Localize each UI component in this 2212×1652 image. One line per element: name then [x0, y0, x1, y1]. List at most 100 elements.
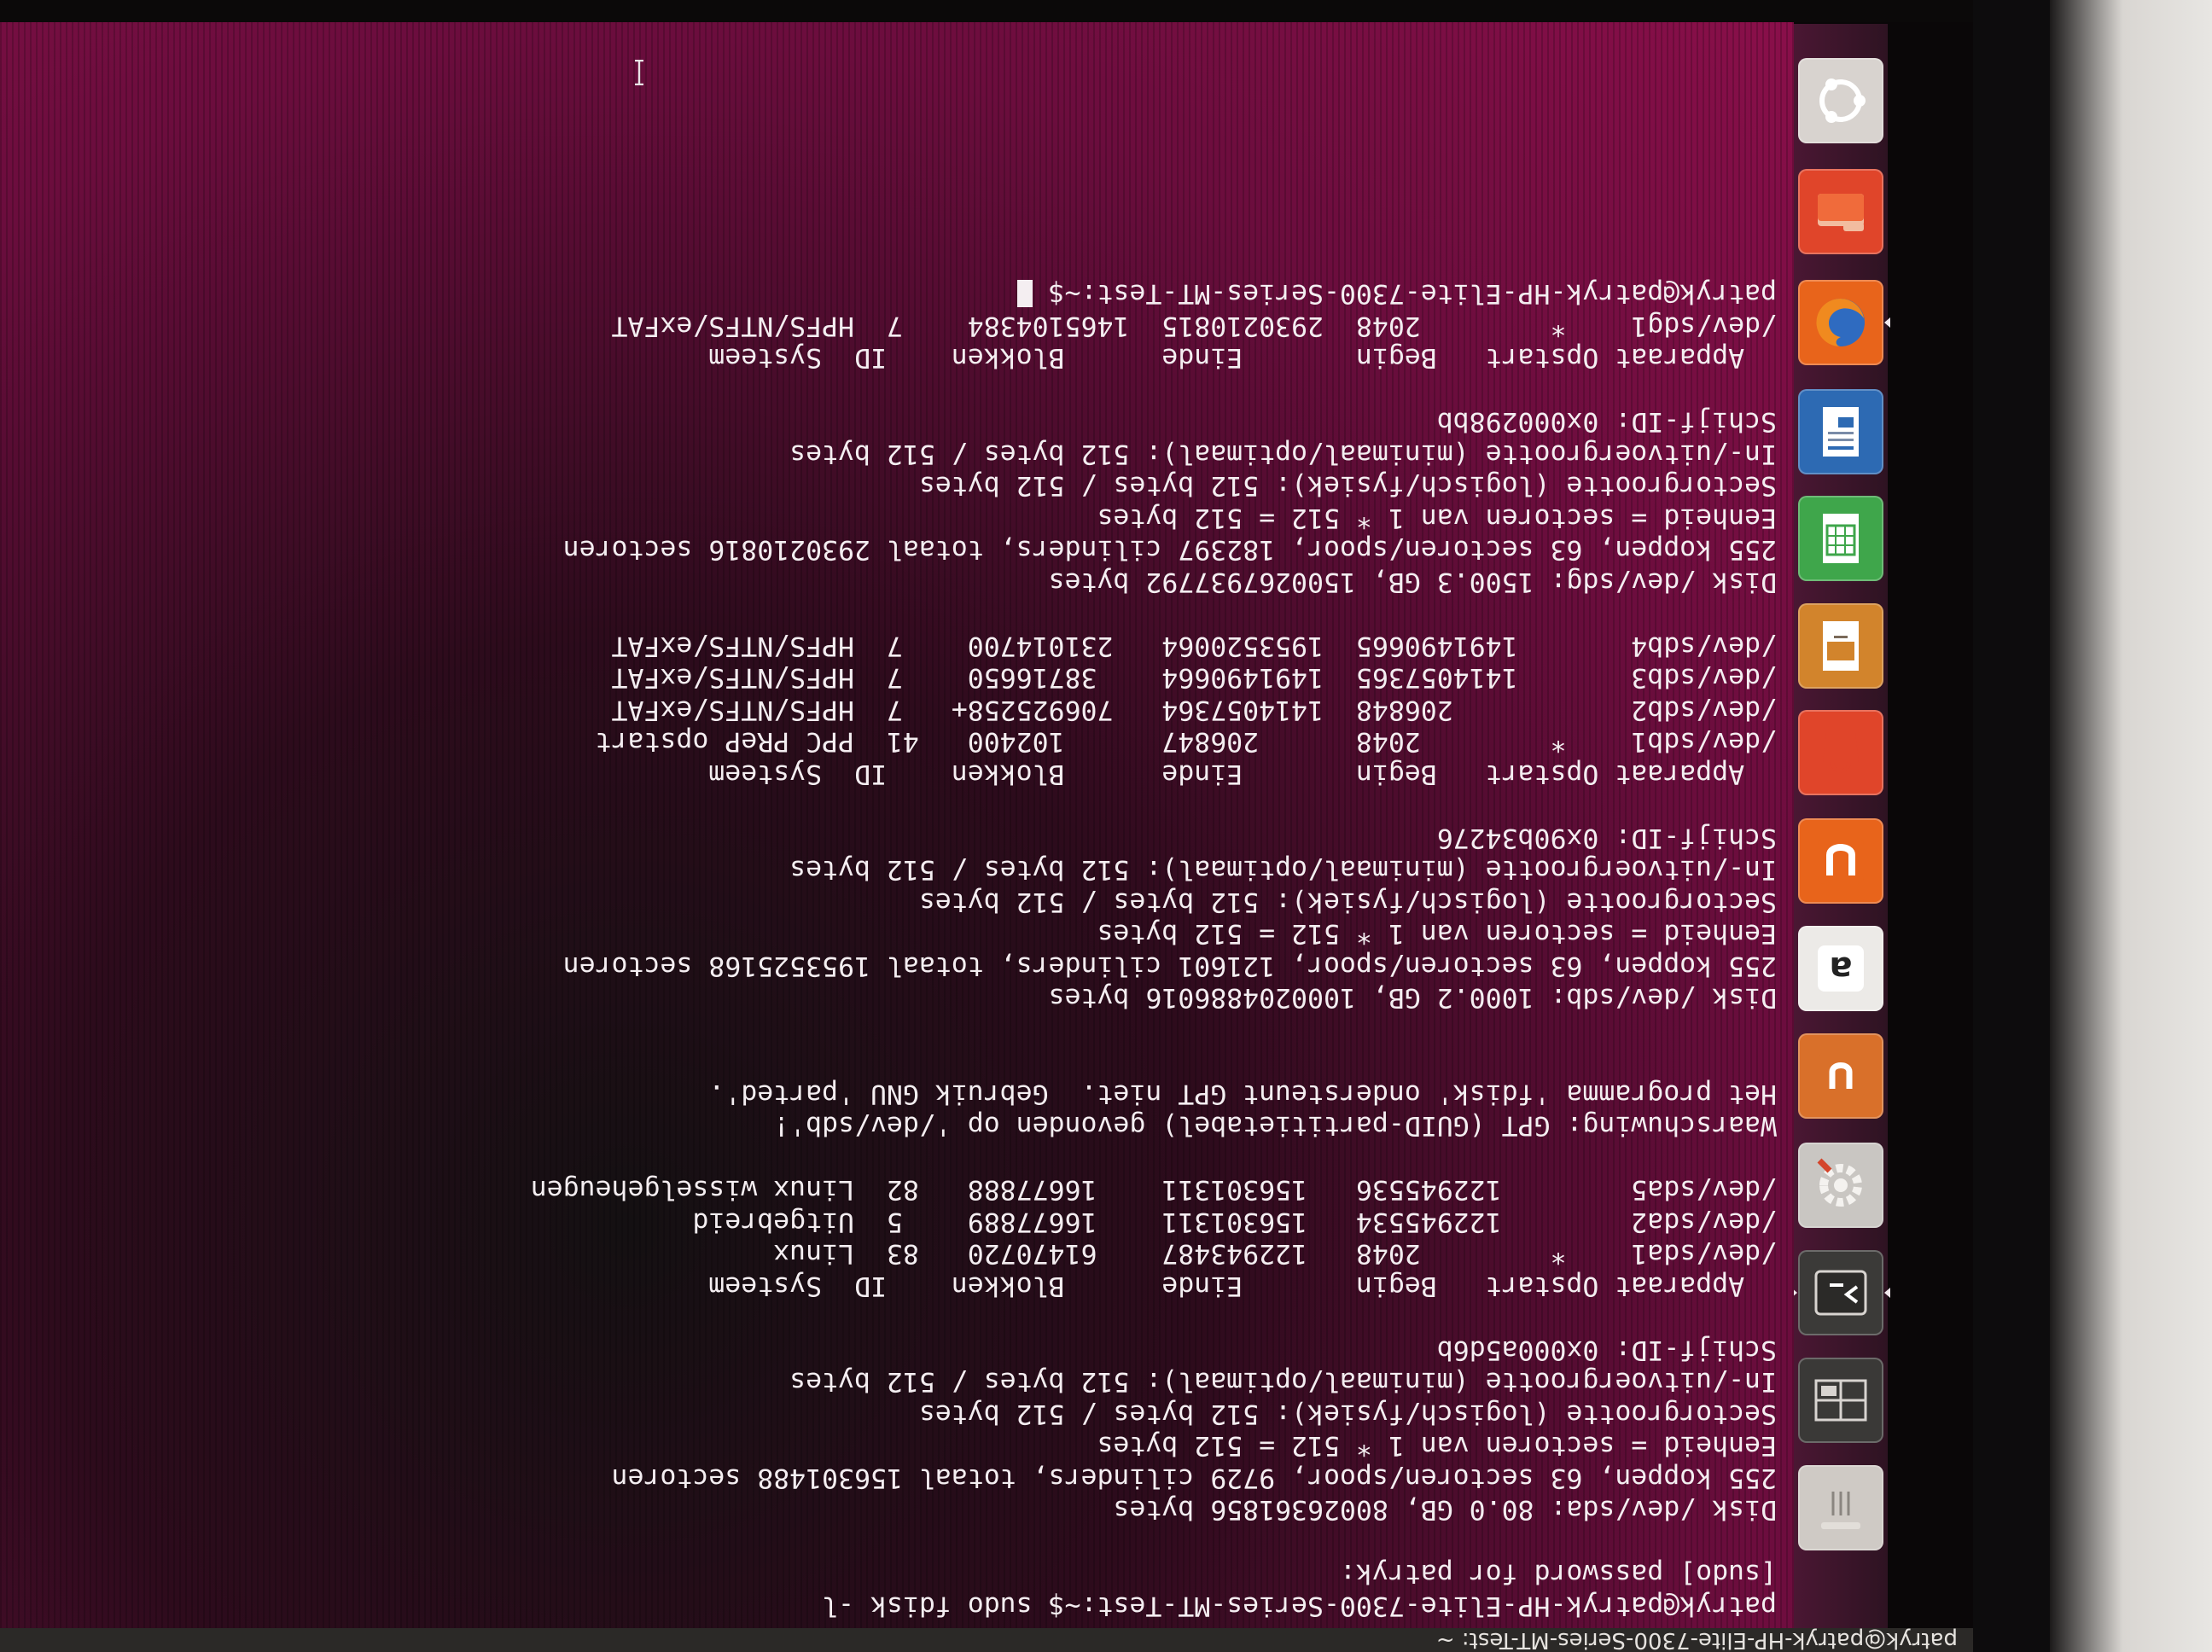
calc-spreadsheet-icon: [1823, 514, 1859, 563]
terminal-line: patryk@patryk-HP-Elite-7300-Series-MT-Te…: [19, 1590, 1777, 1621]
terminal-line: In-/uitvoergrootte (minimaal/optimaal): …: [19, 438, 1777, 469]
terminal-line: Eenheid = sectoren van 1 * 512 = 512 byt…: [19, 917, 1777, 950]
terminal-line-text: In-/uitvoergrootte (minimaal/optimaal): …: [789, 1366, 1777, 1398]
terminal-line: /dev/sdb2 206848 1414057364 706925258+ 7…: [19, 694, 1777, 725]
terminal-line-text: Disk /dev/sdg: 1500.3 GB, 1500267937792 …: [1048, 567, 1777, 597]
mouse-ibeam-cursor: [635, 60, 643, 85]
terminal-window[interactable]: patryk@patryk-HP-Elite-7300-Series-MT-Te…: [0, 22, 1794, 1628]
firefox-icon: [1816, 299, 1865, 347]
terminal-line-text: Eenheid = sectoren van 1 * 512 = 512 byt…: [1097, 918, 1777, 950]
terminal-line-text: Sectorgrootte (logisch/fysiek): 512 byte…: [918, 887, 1777, 917]
window-title: patryk@patryk-HP-Elite-7300-Series-MT-Te…: [1435, 1627, 1958, 1652]
terminal-output: patryk@patryk-HP-Elite-7300-Series-MT-Te…: [19, 277, 1777, 1622]
gear-wrench-icon: [1817, 1158, 1862, 1207]
terminal-line-text: [sudo] password for patryk:: [1339, 1558, 1777, 1590]
terminal-line: Waarschuwing: GPT (GUID-partitietabel) g…: [19, 1109, 1777, 1142]
terminal-line-text: Eenheid = sectoren van 1 * 512 = 512 byt…: [1097, 503, 1777, 533]
terminal-line-text: /dev/sda5 122945536 156301311 16677888 8…: [530, 1174, 1777, 1206]
monitor-bezel: [1973, 0, 2050, 1652]
room-background: [2050, 0, 2212, 1652]
launcher-amazon[interactable]: a: [1798, 926, 1883, 1011]
terminal-line-text: /dev/sdg1 * 2048 2930210815 1465104384 7…: [611, 311, 1777, 341]
launcher-libreoffice-writer[interactable]: [1798, 389, 1883, 474]
top-panel: patryk@patryk-HP-Elite-7300-Series-MT-Te…: [0, 1627, 1973, 1652]
terminal-line-text: Eenheid = sectoren van 1 * 512 = 512 byt…: [1097, 1430, 1777, 1462]
terminal-line-text: Apparaat Opstart Begin Einde Blokken ID …: [708, 342, 1777, 374]
terminal-line: [sudo] password for patryk:: [19, 1557, 1777, 1590]
launcher-firefox[interactable]: [1798, 280, 1890, 365]
terminal-line: /dev/sdb3 1414057365 1491490664 38716650…: [19, 661, 1777, 694]
terminal-line: Sectorgrootte (logisch/fysiek): 512 byte…: [19, 886, 1777, 917]
terminal-line-text: In-/uitvoergrootte (minimaal/optimaal): …: [789, 854, 1777, 886]
folder-icon: [1818, 194, 1864, 231]
terminal-line-text: Het programma 'fdisk' ondersteunt GPT ni…: [708, 1079, 1777, 1109]
shopping-bag-icon: [1823, 731, 1859, 773]
trash-icon: [1821, 1485, 1860, 1529]
terminal-line-text: Waarschuwing: GPT (GUID-partitietabel) g…: [773, 1110, 1777, 1142]
terminal-line: /dev/sda2 122945534 156301311 16677889 5…: [19, 1206, 1777, 1237]
terminal-line: /dev/sda5 122945536 156301311 16677888 8…: [19, 1173, 1777, 1206]
terminal-line: 255 koppen, 63 sectoren/spoor, 121601 ci…: [19, 950, 1777, 981]
launcher-system-settings[interactable]: [1798, 1143, 1883, 1228]
terminal-line: Sectorgrootte (logisch/fysiek): 512 byte…: [19, 1398, 1777, 1429]
launcher-libreoffice-impress[interactable]: [1798, 603, 1883, 689]
terminal-line: Schijf-ID: 0x000298bb: [19, 405, 1777, 438]
terminal-line: 255 koppen, 63 sectoren/spoor, 9729 cili…: [19, 1462, 1777, 1493]
running-indicator: [1884, 1288, 1890, 1298]
terminal-line: Apparaat Opstart Begin Einde Blokken ID …: [19, 341, 1777, 374]
terminal-line: Sectorgrootte (logisch/fysiek): 512 byte…: [19, 469, 1777, 502]
writer-document-icon: [1823, 407, 1859, 457]
terminal-line-text: /dev/sdb4 1491490665 1953520064 23101470…: [611, 631, 1777, 661]
terminal-line-text: In-/uitvoergrootte (minimaal/optimaal): …: [789, 439, 1777, 469]
terminal-line-text: Sectorgrootte (logisch/fysiek): 512 byte…: [918, 470, 1777, 502]
terminal-line: /dev/sdg1 * 2048 2930210815 1465104384 7…: [19, 310, 1777, 341]
terminal-line: Schijf-ID: 0x000a5d6b: [19, 1334, 1777, 1365]
terminal-line-text: patryk@patryk-HP-Elite-7300-Series-MT-Te…: [1032, 278, 1777, 310]
terminal-line: Apparaat Opstart Begin Einde Blokken ID …: [19, 1270, 1777, 1301]
launcher-ubuntu-one[interactable]: [1798, 818, 1883, 904]
terminal-line: Eenheid = sectoren van 1 * 512 = 512 byt…: [19, 1429, 1777, 1462]
impress-presentation-icon: [1823, 621, 1859, 671]
terminal-line: 255 koppen, 63 sectoren/spoor, 182397 ci…: [19, 533, 1777, 566]
unity-launcher: a: [1791, 24, 1890, 1628]
terminal-line: Apparaat Opstart Begin Einde Blokken ID …: [19, 758, 1777, 789]
terminal-line-text: Schijf-ID: 0x90b34276: [1436, 823, 1777, 853]
terminal-line-text: /dev/sda1 * 2048 122943487 61470720 83 L…: [773, 1238, 1777, 1270]
ubuntu-logo-icon: [1819, 79, 1866, 123]
monitor-bezel-bottom: [0, 0, 1973, 22]
terminal-line-text: Schijf-ID: 0x000a5d6b: [1436, 1335, 1777, 1365]
terminal-line: Disk /dev/sdg: 1500.3 GB, 1500267937792 …: [19, 566, 1777, 597]
launcher-libreoffice-calc[interactable]: [1798, 496, 1883, 581]
terminal-icon: [1814, 1270, 1867, 1316]
launcher-dash-home[interactable]: [1798, 58, 1883, 143]
terminal-line: /dev/sda1 * 2048 122943487 61470720 83 L…: [19, 1237, 1777, 1270]
terminal-line: patryk@patryk-HP-Elite-7300-Series-MT-Te…: [19, 277, 1777, 310]
terminal-line-text: /dev/sdb2 206848 1414057364 706925258+ 7…: [611, 695, 1777, 725]
svg-text:a: a: [1830, 949, 1853, 988]
terminal-line-text: 255 koppen, 63 sectoren/spoor, 121601 ci…: [562, 951, 1777, 981]
ubuntu-one-music-icon: [1818, 1053, 1864, 1099]
launcher-ubuntu-one-music[interactable]: [1798, 1033, 1883, 1119]
launcher-trash[interactable]: [1798, 1465, 1883, 1550]
launcher-terminal[interactable]: [1791, 1250, 1890, 1335]
terminal-line-text: Disk /dev/sda: 80.0 GB, 80026361856 byte…: [1113, 1494, 1777, 1526]
launcher-workspace-switcher[interactable]: [1798, 1358, 1883, 1443]
text-cursor: [1016, 280, 1033, 308]
terminal-line-text: Disk /dev/sdb: 1000.2 GB, 1000204886016 …: [1048, 982, 1777, 1014]
amazon-icon: a: [1818, 945, 1864, 992]
terminal-line-text: /dev/sdb3 1414057365 1491490664 38716650…: [611, 662, 1777, 694]
terminal-line-text: Apparaat Opstart Begin Einde Blokken ID …: [708, 1271, 1777, 1301]
terminal-line-text: 255 koppen, 63 sectoren/spoor, 182397 ci…: [562, 534, 1777, 566]
launcher-files[interactable]: [1798, 169, 1883, 254]
launcher-software-center[interactable]: [1798, 710, 1883, 795]
terminal-line: /dev/sdb1 * 2048 206847 102400 41 PPC PR…: [19, 725, 1777, 758]
terminal-line: In-/uitvoergrootte (minimaal/optimaal): …: [19, 1365, 1777, 1398]
terminal-line: Eenheid = sectoren van 1 * 512 = 512 byt…: [19, 502, 1777, 533]
terminal-line-text: Apparaat Opstart Begin Einde Blokken ID …: [708, 759, 1777, 789]
ubuntu-one-icon: [1818, 838, 1864, 884]
